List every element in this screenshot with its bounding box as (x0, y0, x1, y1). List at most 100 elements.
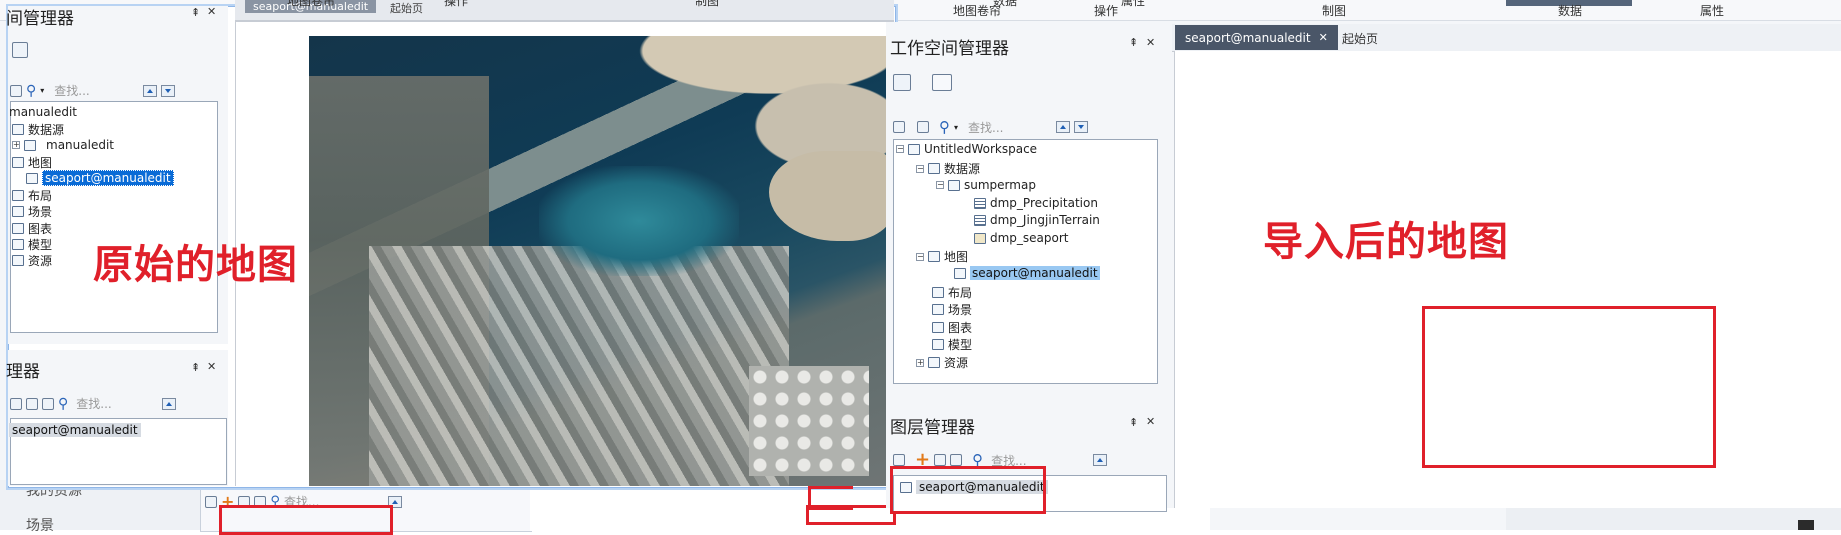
right-tree-sumpermap[interactable]: − sumpermap (936, 178, 1036, 192)
ribbon-tab-cartography[interactable]: 制图 (1322, 2, 1346, 19)
right-workspace-db-icon[interactable] (893, 74, 911, 91)
scene-icon (932, 304, 944, 315)
bg-sidebar-item-scene[interactable]: 场景 (26, 515, 54, 535)
left-layer-pin-icon[interactable]: ⇞ (191, 361, 200, 374)
right-doc-tab-seaport[interactable]: seaport@manualedit ✕ (1175, 25, 1338, 50)
collapse-icon[interactable]: − (916, 164, 924, 173)
left-layer-grid-icon[interactable] (42, 397, 54, 410)
model-icon (932, 339, 944, 350)
right-tree-seaport-map[interactable]: seaport@manualedit (954, 266, 1100, 280)
left-workspace-search-input[interactable]: 查找... (54, 82, 134, 99)
right-tree-resources[interactable]: + 资源 (916, 354, 968, 371)
right-layer-red-highlight-box-left (808, 486, 853, 510)
left-window-ribbon-cartography[interactable]: 制图 (695, 0, 719, 9)
map-folder-icon (928, 251, 940, 262)
right-search-dropdown-icon[interactable]: ▾ (954, 123, 958, 132)
database-icon (24, 139, 36, 151)
satellite-image-original (309, 36, 894, 486)
left-search-dropdown-icon[interactable]: ▾ (40, 86, 44, 95)
right-new-icon[interactable] (917, 121, 929, 133)
left-layer-close-icon[interactable]: ✕ (207, 360, 216, 373)
ribbon-tab-attributes[interactable]: 属性 (1700, 2, 1724, 19)
grid-dataset-icon (974, 197, 986, 209)
right-search-down-icon[interactable] (1074, 121, 1089, 133)
left-tree-models[interactable]: 模型 (12, 236, 52, 253)
left-tree-manualedit[interactable]: + manualedit (12, 138, 114, 152)
right-workspace-datasource-icon[interactable] (932, 74, 952, 91)
right-layer-pin-icon[interactable]: ⇞ (1129, 416, 1138, 429)
left-layer-search-input[interactable]: 查找... (76, 395, 156, 412)
scene-icon (12, 206, 24, 217)
right-workspace-pin-icon[interactable]: ⇞ (1129, 36, 1138, 49)
right-tree-scenes[interactable]: 场景 (932, 301, 972, 318)
right-tree-dmp-precipitation[interactable]: dmp_Precipitation (974, 196, 1098, 210)
layout-icon (12, 190, 24, 201)
bg-folder-icon[interactable] (205, 495, 217, 508)
left-layer-search-icon[interactable]: ⚲ (58, 396, 68, 412)
right-layer-up-icon[interactable] (1093, 454, 1108, 466)
left-search-up-icon[interactable] (143, 84, 158, 97)
right-tree-charts[interactable]: 图表 (932, 319, 972, 336)
expand-icon[interactable]: + (916, 358, 924, 367)
model-icon (12, 239, 24, 250)
left-layer-up-icon[interactable] (162, 397, 177, 410)
left-doc-tab-start[interactable]: 起始页 (390, 0, 423, 16)
left-tree-maps[interactable]: 地图 (12, 154, 52, 171)
left-search-down-icon[interactable] (161, 84, 176, 97)
right-workspace-close-icon[interactable]: ✕ (1146, 36, 1155, 49)
left-layer-group-icon[interactable] (26, 397, 38, 410)
left-search-icon[interactable]: ⚲ (26, 83, 36, 99)
ribbon-tab-data[interactable]: 数据 (1558, 2, 1582, 19)
right-tree-models[interactable]: 模型 (932, 336, 972, 353)
left-tree-seaport-map[interactable]: seaport@manualedit (26, 170, 174, 186)
left-tree-layouts[interactable]: 布局 (12, 187, 52, 204)
right-tree-dmp-seaport[interactable]: dmp_seaport (974, 231, 1069, 245)
left-layer-style-icon[interactable] (10, 397, 22, 410)
ribbon-tab-operation[interactable]: 操作 (1094, 2, 1118, 19)
right-search-icon[interactable]: ⚲ (939, 118, 950, 136)
right-layer-grid-icon[interactable] (950, 454, 963, 466)
right-layer-group-icon[interactable] (934, 454, 947, 466)
database-icon (948, 179, 960, 191)
ribbon-tab-data-top[interactable]: 数据 (993, 0, 1017, 9)
right-layer-style-icon[interactable] (893, 454, 905, 466)
right-open-icon[interactable] (893, 121, 905, 133)
island-right (769, 151, 894, 241)
expand-icon[interactable]: + (12, 141, 20, 149)
left-workspace-db-icon[interactable] (12, 42, 28, 58)
right-search-up-icon[interactable] (1056, 121, 1071, 133)
left-open-icon[interactable] (10, 84, 22, 97)
left-workspace-close-icon[interactable]: ✕ (207, 5, 216, 18)
right-layer-add-icon[interactable]: + (915, 451, 930, 469)
grid-dataset-icon (974, 214, 986, 226)
left-tree-charts[interactable]: 图表 (12, 220, 52, 237)
right-tree-dmp-jingjinterrain[interactable]: dmp_JingjinTerrain (974, 213, 1100, 227)
right-tree-layouts[interactable]: 布局 (932, 284, 972, 301)
left-layer-item-seaport[interactable]: seaport@manualedit (9, 423, 141, 437)
left-workspace-pin-icon[interactable]: ⇞ (191, 6, 200, 19)
ribbon-tab-attributes-top[interactable]: 属性 (1121, 0, 1145, 9)
image-dataset-icon (974, 232, 986, 244)
right-workspace-search-input[interactable]: 查找... (968, 119, 1048, 136)
right-tree-datasources[interactable]: − 数据源 (916, 160, 980, 177)
right-doc-tab-start[interactable]: 起始页 (1342, 30, 1378, 47)
chart-icon (932, 322, 944, 333)
right-workspace-toolbar: ⚲ ▾ 查找... (893, 118, 1089, 136)
left-tree-workspace[interactable]: manualedit (9, 105, 77, 119)
tab-close-icon[interactable]: ✕ (1319, 31, 1328, 44)
imported-map-empty-frame (1422, 306, 1716, 468)
collapse-icon[interactable]: − (916, 252, 924, 261)
left-tree-datasources[interactable]: 数据源 (12, 121, 64, 138)
bg-right-status-area (1506, 508, 1841, 530)
collapse-icon[interactable]: − (896, 145, 904, 153)
left-tree-resources[interactable]: 资源 (12, 252, 52, 269)
left-window-ribbon-operation[interactable]: 操作 (444, 0, 468, 9)
resource-icon (12, 255, 24, 266)
right-tree-maps[interactable]: − 地图 (916, 248, 968, 265)
left-tree-scenes[interactable]: 场景 (12, 203, 52, 220)
right-layer-close-icon[interactable]: ✕ (1146, 415, 1155, 428)
annotation-imported-map: 导入后的地图 (1263, 219, 1509, 265)
right-tree-workspace[interactable]: − UntitledWorkspace (896, 142, 1037, 156)
left-window-ribbon-map-swipe[interactable]: 地图卷帘 (287, 0, 335, 9)
collapse-icon[interactable]: − (936, 181, 944, 189)
